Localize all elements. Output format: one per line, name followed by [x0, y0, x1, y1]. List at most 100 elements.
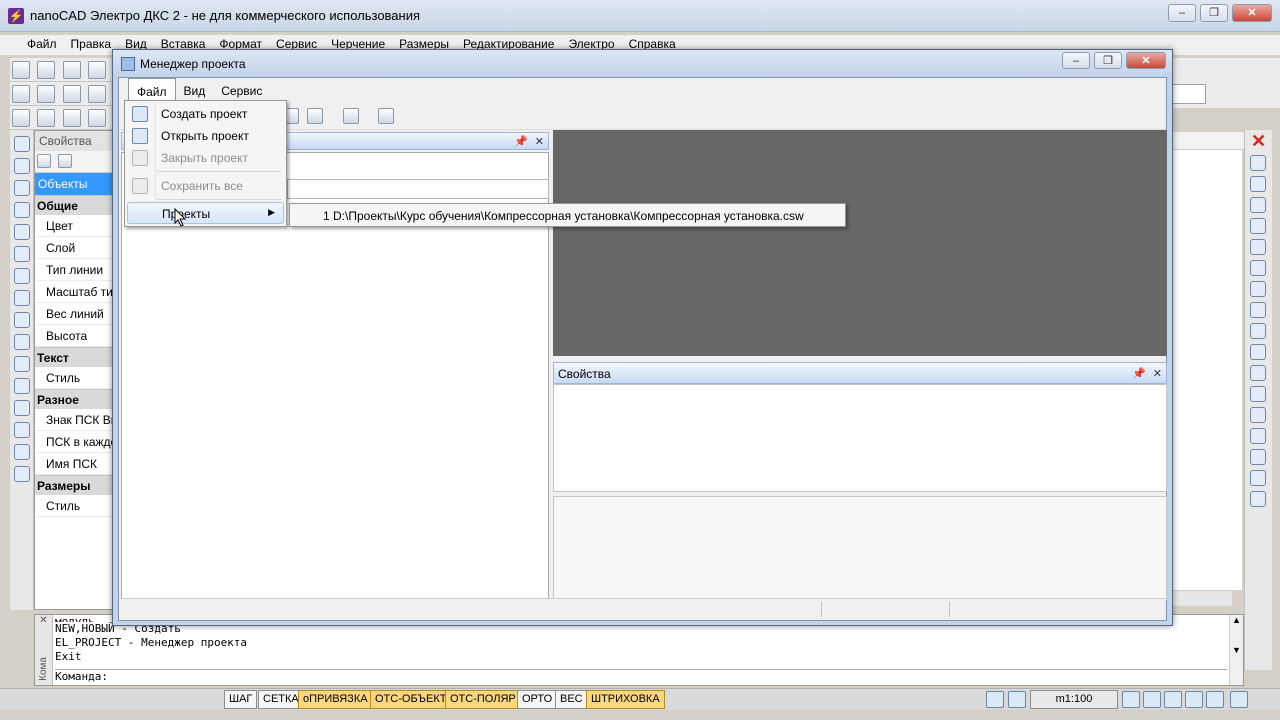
- section-dimensions[interactable]: Размеры: [35, 475, 113, 495]
- pm-menu-file[interactable]: Файл: [128, 78, 176, 102]
- list-icon[interactable]: [12, 109, 30, 127]
- fullscreen-icon[interactable]: [1230, 691, 1248, 708]
- pm-properties-grid[interactable]: [553, 384, 1167, 492]
- pm-menu-service[interactable]: Сервис: [213, 78, 270, 102]
- osnap-toggle[interactable]: оПРИВЯЗКА: [298, 690, 373, 709]
- copy-object-icon[interactable]: [1250, 155, 1266, 171]
- fillet-icon[interactable]: [1250, 428, 1266, 444]
- section-misc[interactable]: Разное: [35, 389, 113, 409]
- prop-ucs-icon[interactable]: Знак ПСК Вк: [35, 409, 113, 431]
- paper-space-icon[interactable]: [1008, 691, 1026, 708]
- prop-color[interactable]: Цвет: [35, 215, 113, 237]
- pm-minimize-button[interactable]: –: [1062, 52, 1090, 69]
- insert-icon[interactable]: [14, 378, 30, 394]
- save-icon[interactable]: [62, 61, 81, 79]
- array-icon[interactable]: [1250, 218, 1266, 234]
- prop-linetype[interactable]: Тип линии: [35, 259, 113, 281]
- project-manager-titlebar[interactable]: Менеджер проекта – ❐ ✕: [113, 50, 1172, 76]
- recent-project-item[interactable]: 1 D:\Проекты\Курс обучения\Компрессорная…: [292, 204, 845, 226]
- command-line-handle[interactable]: ✕ Кома: [35, 615, 53, 685]
- pm-maximize-button[interactable]: ❐: [1094, 52, 1122, 69]
- menu-item-create-project[interactable]: Создать проект: [127, 103, 284, 125]
- block-icon[interactable]: [14, 356, 30, 372]
- otrack-toggle[interactable]: ОТС-ОБЪЕКТ: [370, 690, 452, 709]
- pin-icon[interactable]: 📌: [514, 135, 528, 148]
- ellipse-icon[interactable]: [14, 334, 30, 350]
- mirror-icon[interactable]: [1250, 176, 1266, 192]
- polygon-icon[interactable]: [14, 202, 30, 218]
- move-icon[interactable]: [1250, 239, 1266, 255]
- prop-dim-style[interactable]: Стиль: [35, 495, 113, 517]
- layers-icon[interactable]: [12, 85, 30, 103]
- minimize-button[interactable]: –: [1168, 4, 1196, 22]
- quick-select-icon[interactable]: [58, 154, 73, 168]
- pin-icon[interactable]: 📌: [1132, 367, 1146, 380]
- close-button[interactable]: ✕: [1232, 4, 1272, 22]
- image-icon[interactable]: [14, 400, 30, 416]
- new-file-icon[interactable]: [12, 61, 30, 79]
- draw-icon[interactable]: [88, 61, 107, 79]
- no-snap-icon[interactable]: [88, 85, 107, 103]
- drawing-scrollbar[interactable]: [1172, 590, 1232, 606]
- group-icon[interactable]: [1250, 470, 1266, 486]
- hatch-toggle[interactable]: ШТРИХОВКА: [586, 690, 665, 709]
- polar-toggle[interactable]: ОТС-ПОЛЯР: [445, 690, 521, 709]
- project-tree-filter[interactable]: [287, 179, 549, 199]
- arc-icon[interactable]: [14, 246, 30, 262]
- maximize-button[interactable]: ❐: [1200, 4, 1228, 22]
- layer-manager-icon[interactable]: [1250, 491, 1266, 507]
- section-text[interactable]: Текст: [35, 347, 113, 367]
- orbit-icon[interactable]: [1164, 691, 1182, 708]
- copy-icon[interactable]: [37, 109, 56, 127]
- pm-checklist-icon[interactable]: [307, 108, 323, 124]
- object-type-select[interactable]: Объекты: [35, 173, 113, 195]
- erase-icon[interactable]: ✕: [1245, 132, 1272, 150]
- layer-combo[interactable]: [1172, 84, 1206, 104]
- page-icon[interactable]: [62, 109, 81, 127]
- section-general[interactable]: Общие: [35, 195, 113, 215]
- select-objects-icon[interactable]: [37, 154, 51, 168]
- scale-icon[interactable]: [1250, 281, 1266, 297]
- ortho-toggle[interactable]: ОРТО: [517, 690, 558, 709]
- pm-close-button[interactable]: ✕: [1126, 52, 1166, 69]
- command-scrollbar[interactable]: ▲ ▼: [1229, 615, 1243, 685]
- zoom-window-icon[interactable]: [1185, 691, 1203, 708]
- prop-layer[interactable]: Слой: [35, 237, 113, 259]
- curve-icon[interactable]: [14, 312, 30, 328]
- prop-ucs-per-viewport[interactable]: ПСК в каждо: [35, 431, 113, 453]
- chamfer-icon[interactable]: [1250, 407, 1266, 423]
- prop-height[interactable]: Высота: [35, 325, 113, 347]
- point-icon[interactable]: [14, 422, 30, 438]
- open-file-icon[interactable]: [37, 61, 56, 79]
- annotation-scale[interactable]: m1:100: [1030, 690, 1118, 709]
- table-icon[interactable]: [88, 109, 107, 127]
- line-icon[interactable]: [14, 136, 30, 152]
- command-prompt[interactable]: Команда:: [55, 669, 1227, 683]
- menu-item-open-project[interactable]: Открыть проект: [127, 125, 284, 147]
- hand-pan-icon[interactable]: [1122, 691, 1140, 708]
- model-space-icon[interactable]: [986, 691, 1004, 708]
- polyline-icon[interactable]: [14, 158, 30, 174]
- dimension-icon[interactable]: [37, 85, 56, 103]
- grid-toggle[interactable]: СЕТКА: [258, 690, 304, 709]
- prop-lineweight[interactable]: Вес линий: [35, 303, 113, 325]
- pm-export-icon[interactable]: [378, 108, 394, 124]
- close-icon[interactable]: ✕: [35, 615, 52, 626]
- prop-text-style[interactable]: Стиль: [35, 367, 113, 389]
- rotate-icon[interactable]: [1250, 260, 1266, 276]
- menu-edit[interactable]: Правка: [64, 35, 119, 55]
- close-icon[interactable]: ✕: [535, 135, 544, 148]
- extend-icon[interactable]: [1250, 344, 1266, 360]
- pm-menu-view[interactable]: Вид: [176, 78, 214, 102]
- regen-icon[interactable]: [1206, 691, 1224, 708]
- close-icon[interactable]: ✕: [1153, 367, 1162, 380]
- circle-icon[interactable]: [14, 268, 30, 284]
- explode-icon[interactable]: [1250, 449, 1266, 465]
- menu-item-projects[interactable]: Проекты ▶: [127, 202, 284, 224]
- rectangle-icon[interactable]: [14, 224, 30, 240]
- prop-linetype-scale[interactable]: Масштаб тип: [35, 281, 113, 303]
- linear-dimension-icon[interactable]: [62, 85, 81, 103]
- spline-icon[interactable]: [14, 180, 30, 196]
- menu-file[interactable]: Файл: [20, 35, 64, 55]
- break-icon[interactable]: [1250, 365, 1266, 381]
